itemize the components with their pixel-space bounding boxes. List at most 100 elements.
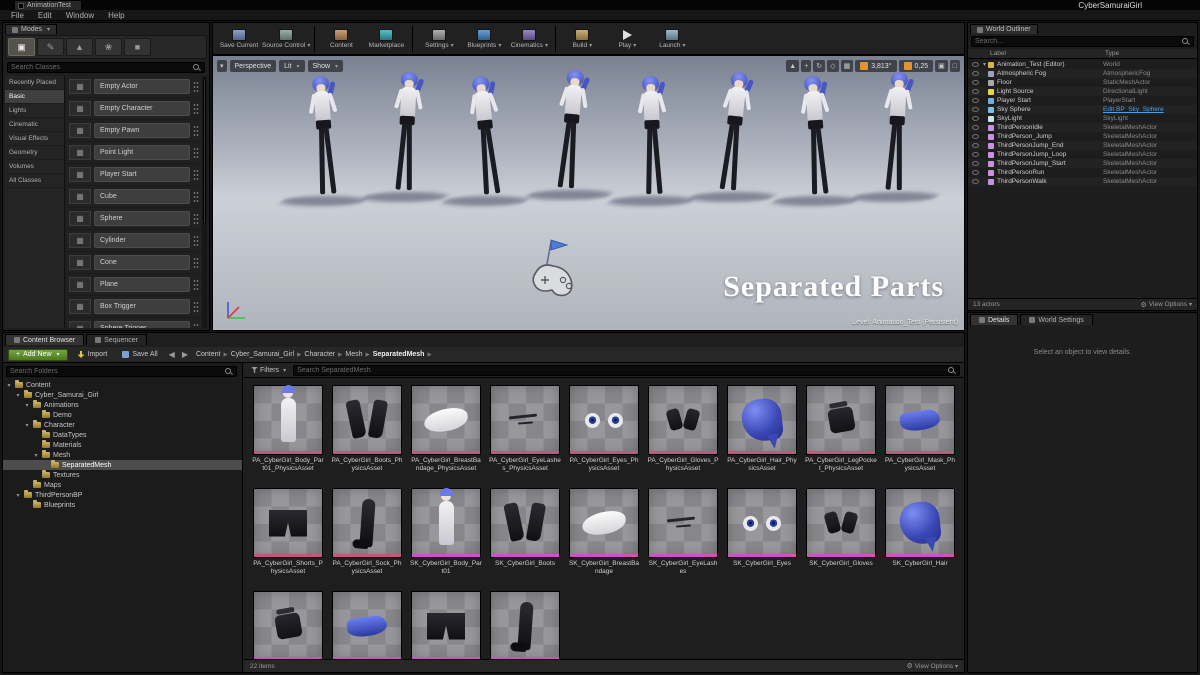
folder-character[interactable]: ▾ Character <box>3 420 242 430</box>
visibility-eye-icon[interactable] <box>972 89 979 94</box>
placeable-empty-actor[interactable]: ▦ Empty Actor <box>65 76 207 98</box>
category-all-classes[interactable]: All Classes <box>5 174 64 188</box>
outliner-row-thirdpersonwalk[interactable]: ThirdPersonWalk SkeletalMeshActor <box>968 177 1197 186</box>
asset-pa-cybergirl-sock-physicsasset[interactable]: PA_CyberGirl_Sock_PhysicsAsset <box>331 488 403 583</box>
asset-sk-cybergirl-shorts[interactable]: SK_CyberGirl_Shorts <box>410 591 482 659</box>
visibility-eye-icon[interactable] <box>972 116 979 121</box>
asset-pa-cybergirl-eyelashes-physicsasset[interactable]: PA_CyberGirl_EyeLashes_PhysicsAsset <box>489 385 561 480</box>
placeable-point-light[interactable]: ▦ Point Light <box>65 142 207 164</box>
cinematics-button[interactable]: Cinematics ▾ <box>507 24 551 53</box>
import-button[interactable]: Import <box>73 349 113 361</box>
placeable-sphere[interactable]: ▦ Sphere <box>65 208 207 230</box>
breadcrumb-item-character[interactable]: Character <box>302 351 337 358</box>
settings-button[interactable]: Settings ▾ <box>417 24 461 53</box>
folder-thirdpersonbp[interactable]: ▾ ThirdPersonBP <box>3 490 242 500</box>
rotate-tool-icon[interactable]: ↻ <box>813 60 826 72</box>
folder-blueprints[interactable]: Blueprints <box>3 500 242 510</box>
outliner-view-options[interactable]: View Options <box>1149 301 1187 308</box>
placeable-box-trigger[interactable]: ▦ Box Trigger <box>65 296 207 318</box>
folder-separatedmesh[interactable]: SeparatedMesh <box>3 460 242 470</box>
breadcrumb-item-content[interactable]: Content <box>194 351 223 358</box>
geometry-mode-icon[interactable]: ■ <box>124 38 151 56</box>
modes-search-input[interactable] <box>11 64 192 71</box>
perspective-button[interactable]: Perspective <box>229 60 277 72</box>
asset-pa-cybergirl-hair-physicsasset[interactable]: PA_CyberGirl_Hair_PhysicsAsset <box>726 385 798 480</box>
marketplace-button[interactable]: Marketplace <box>364 24 408 53</box>
paint-mode-icon[interactable]: ✎ <box>37 38 64 56</box>
outliner-row-thirdpersonjump-end[interactable]: ThirdPersonJump_End SkeletalMeshActor <box>968 141 1197 150</box>
asset-pa-cybergirl-breastbandage-physicsasset[interactable]: PA_CyberGirl_BreastBandage_PhysicsAsset <box>410 385 482 480</box>
visibility-eye-icon[interactable] <box>972 107 979 112</box>
breadcrumb-item-mesh[interactable]: Mesh <box>343 351 364 358</box>
asset-sk-cybergirl-gloves[interactable]: SK_CyberGirl_Gloves <box>805 488 877 583</box>
show-button[interactable]: Show ▾ <box>307 60 344 72</box>
tab-content-browser[interactable]: Content Browser <box>5 334 85 345</box>
visibility-eye-icon[interactable] <box>972 71 979 76</box>
category-recently-placed[interactable]: Recently Placed <box>5 76 64 90</box>
forward-button[interactable]: ▶ <box>181 350 189 359</box>
asset-pa-cybergirl-shorts-physicsasset[interactable]: PA_CyberGirl_Shorts_PhysicsAsset <box>252 488 324 583</box>
outliner-row-thirdpersonrun[interactable]: ThirdPersonRun SkeletalMeshActor <box>968 168 1197 177</box>
cb-view-options[interactable]: View Options <box>915 663 953 670</box>
placeable-cone[interactable]: ▦ Cone <box>65 252 207 274</box>
outliner-row-skylight[interactable]: SkyLight SkyLight <box>968 114 1197 123</box>
asset-sk-cybergirl-boots[interactable]: SK_CyberGirl_Boots <box>489 488 561 583</box>
add-new-button[interactable]: + Add New ▾ <box>8 348 68 361</box>
asset-sk-cybergirl-sock[interactable]: SK_CyberGirl_Sock <box>489 591 561 659</box>
tab-sequencer[interactable]: Sequencer <box>86 334 147 345</box>
asset-sk-cybergirl-mask[interactable]: SK_CyberGirl_Mask <box>331 591 403 659</box>
outliner-search-input[interactable] <box>975 38 1181 45</box>
breadcrumb-item-cyber-samurai-girl[interactable]: Cyber_Samurai_Girl <box>229 351 296 358</box>
landscape-mode-icon[interactable]: ▲ <box>66 38 93 56</box>
menu-item-file[interactable]: File <box>4 10 31 21</box>
outliner-row-atmospheric-fog[interactable]: Atmospheric Fog AtmosphericFog <box>968 69 1197 78</box>
save-all-button[interactable]: Save All <box>117 349 162 361</box>
modes-panel-tab[interactable]: Modes ▾ <box>5 24 58 34</box>
folder-cyber-samurai-girl[interactable]: ▾ Cyber_Samurai_Girl <box>3 390 242 400</box>
menu-item-edit[interactable]: Edit <box>31 10 59 21</box>
category-basic[interactable]: Basic <box>5 90 64 104</box>
modes-scrollbar[interactable] <box>202 76 207 328</box>
asset-pa-cybergirl-legpocket-physicsasset[interactable]: PA_CyberGirl_LegPocket_PhysicsAsset <box>805 385 877 480</box>
outliner-row-thirdpersonjump-start[interactable]: ThirdPersonJump_Start SkeletalMeshActor <box>968 159 1197 168</box>
visibility-eye-icon[interactable] <box>972 134 979 139</box>
folder-demo[interactable]: Demo <box>3 410 242 420</box>
blueprints-button[interactable]: Blueprints ▾ <box>462 24 506 53</box>
placeable-player-start[interactable]: ▦ Player Start <box>65 164 207 186</box>
folder-textures[interactable]: Textures <box>3 470 242 480</box>
place-mode-icon[interactable]: ▣ <box>8 38 35 56</box>
assets-search-input[interactable] <box>297 366 947 374</box>
category-cinematic[interactable]: Cinematic <box>5 118 64 132</box>
asset-pa-cybergirl-boots-physicsasset[interactable]: PA_CyberGirl_Boots_PhysicsAsset <box>331 385 403 480</box>
select-tool-icon[interactable]: ▲ <box>786 60 800 72</box>
grid-snap-icon[interactable]: ▦ <box>840 60 854 72</box>
placeable-sphere-trigger[interactable]: ▦Sphere Trigger <box>65 318 207 328</box>
maximize-viewport-icon[interactable]: □ <box>949 60 960 72</box>
asset-sk-cybergirl-eyelashes[interactable]: SK_CyberGirl_EyeLashes <box>647 488 719 583</box>
play-button[interactable]: Play ▾ <box>605 24 649 53</box>
category-visual-effects[interactable]: Visual Effects <box>5 132 64 146</box>
folders-search-input[interactable] <box>10 368 224 375</box>
asset-pa-cybergirl-body-part01-physicsasset[interactable]: PA_CyberGirl_Body_Part01_PhysicsAsset <box>252 385 324 480</box>
move-tool-icon[interactable]: + <box>801 60 812 72</box>
foliage-mode-icon[interactable]: ❀ <box>95 38 122 56</box>
category-volumes[interactable]: Volumes <box>5 160 64 174</box>
type-column-header[interactable]: Type <box>1105 50 1197 57</box>
placeable-cube[interactable]: ▦ Cube <box>65 186 207 208</box>
breadcrumb-item-separatedmesh[interactable]: SeparatedMesh <box>371 351 427 358</box>
placeable-empty-character[interactable]: ▦ Empty Character <box>65 98 207 120</box>
outliner-row-player-start[interactable]: Player Start PlayerStart <box>968 96 1197 105</box>
outliner-row-thirdperson-jump[interactable]: ThirdPerson_Jump SkeletalMeshActor <box>968 132 1197 141</box>
folder-datatypes[interactable]: DataTypes <box>3 430 242 440</box>
rotation-snap-control[interactable]: 3,813° <box>855 60 897 72</box>
filters-button[interactable]: Filters ▾ <box>248 366 289 374</box>
outliner-row-light-source[interactable]: Light Source DirectionalLight <box>968 87 1197 96</box>
tab-world-settings[interactable]: World Settings <box>1020 314 1093 325</box>
window-tab[interactable]: AnimationTest <box>14 0 82 10</box>
asset-sk-cybergirl-legpocket[interactable]: SK_CyberGirl_LegPocket <box>252 591 324 659</box>
viewport-options-icon[interactable]: ▾ <box>217 60 227 72</box>
outliner-row-sky-sphere[interactable]: Sky Sphere Edit BP_Sky_Sphere <box>968 105 1197 114</box>
tab-details[interactable]: Details <box>970 314 1019 325</box>
visibility-eye-icon[interactable] <box>972 143 979 148</box>
folder-content[interactable]: ▾ Content <box>3 380 242 390</box>
